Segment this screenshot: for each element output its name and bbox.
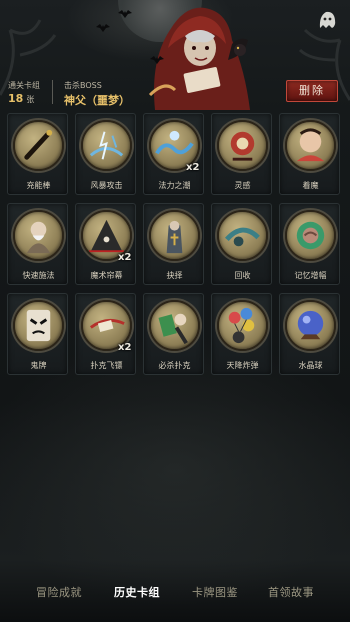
card-count-badge: x2 [186,162,200,173]
card-slot[interactable]: 灵感 [211,113,272,195]
cleared-deck-unit: 张 [26,95,35,104]
boss-kill-value: 神父（噩梦） [64,94,130,107]
card-label: 扑克飞镖 [90,361,123,370]
card-slot[interactable]: 记忆增幅 [279,203,340,285]
card-label: 风暴攻击 [90,181,123,190]
ghost-icon[interactable] [316,8,338,30]
card-slot[interactable]: 抉择 [143,203,204,285]
crystal-ball-icon [285,300,336,351]
wand-icon [13,120,64,171]
possessed-icon [285,120,336,171]
card-label: 充能棒 [26,181,51,190]
joker-icon [13,300,64,351]
card-label: 法力之潮 [158,181,191,190]
recycle-icon [217,210,268,261]
card-slot[interactable]: 必杀扑克 [143,293,204,375]
brain-icon [285,210,336,261]
priest-icon [149,210,200,261]
tab-boss-stories[interactable]: 首领故事 [268,584,314,600]
card-label: 魔术帘幕 [90,271,123,280]
card-slot[interactable]: x2 法力之潮 [143,113,204,195]
card-label: 回收 [234,271,251,280]
tab-card-catalog[interactable]: 卡牌图鉴 [192,584,238,600]
card-label: 水晶球 [298,361,323,370]
inspiration-icon [217,120,268,171]
card-slot[interactable]: 鬼牌 [7,293,68,375]
card-label: 快速施法 [22,271,55,280]
card-slot[interactable]: 回收 [211,203,272,285]
cleared-deck-label: 通关卡组 [8,81,40,90]
storm-icon [81,120,132,171]
card-count-badge: x2 [118,252,132,263]
tab-history-deck[interactable]: 历史卡组 [114,584,160,600]
card-slot[interactable]: 快速施法 [7,203,68,285]
killer-card-icon [149,300,200,351]
card-count-badge: x2 [118,342,132,353]
card-label: 鬼牌 [30,361,47,370]
balloon-bomb-icon [217,300,268,351]
cleared-deck-value: 18 张 [8,92,35,105]
delete-button[interactable]: 删除 [286,80,338,102]
tab-achievements[interactable]: 冒险成就 [36,584,82,600]
stat-divider [52,80,53,104]
wizard-icon [13,210,64,261]
card-label: 天降炸弹 [226,361,259,370]
card-slot[interactable]: x2 魔术帘幕 [75,203,136,285]
bat-icon [118,10,132,18]
card-slot[interactable]: x2 扑克飞镖 [75,293,136,375]
card-label: 着魔 [302,181,319,190]
card-label: 必杀扑克 [158,361,191,370]
bat-icon [150,56,164,64]
card-slot[interactable]: 天降炸弹 [211,293,272,375]
card-slot[interactable]: 风暴攻击 [75,113,136,195]
card-label: 抉择 [166,271,183,280]
bottom-tab-bar: 冒险成就 历史卡组 卡牌图鉴 首领故事 [0,576,350,616]
card-slot[interactable]: 水晶球 [279,293,340,375]
card-slot[interactable]: 着魔 [279,113,340,195]
bat-icon [96,24,110,32]
boss-kill-label: 击杀BOSS [64,81,102,90]
card-slot[interactable]: 充能棒 [7,113,68,195]
card-label: 灵感 [234,181,251,190]
card-label: 记忆增幅 [294,271,327,280]
